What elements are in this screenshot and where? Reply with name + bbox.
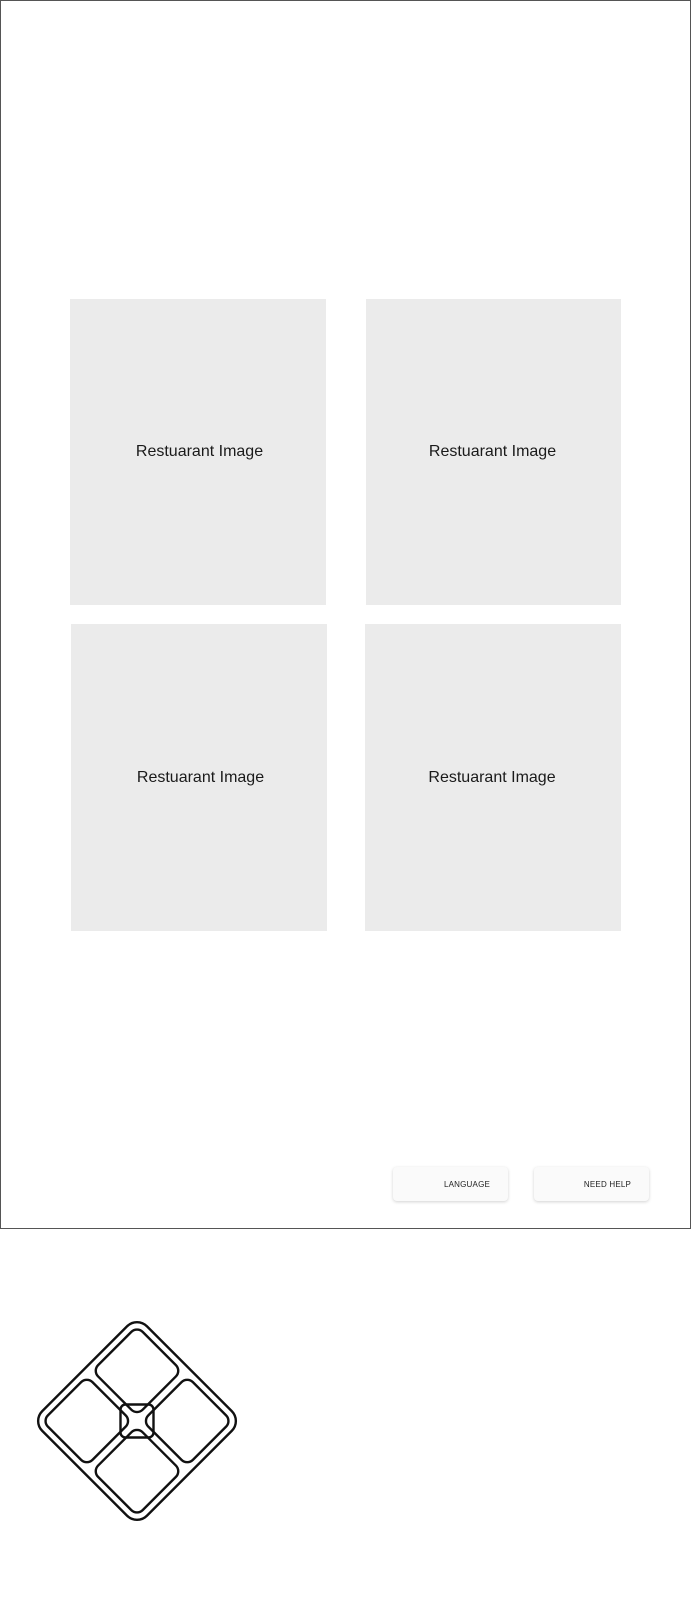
need-help-button[interactable]: NEED HELP	[534, 1167, 649, 1201]
language-button[interactable]: LANGUAGE	[393, 1167, 508, 1201]
restaurant-image-tile-2[interactable]: Restuarant Image	[366, 299, 621, 605]
restaurant-image-label: Restuarant Image	[135, 443, 264, 460]
app-screen: Restuarant Image Restuarant Image Restua…	[0, 0, 691, 1229]
diamond-grid-logo-icon	[26, 1310, 248, 1532]
logo-quadrant-top-right	[144, 1378, 230, 1464]
logo-quadrant-bottom-right	[94, 1428, 180, 1514]
restaurant-image-label: Restuarant Image	[428, 443, 557, 460]
language-button-label: LANGUAGE	[443, 1179, 491, 1189]
logo-quadrant-top-left	[94, 1328, 180, 1414]
need-help-button-label: NEED HELP	[583, 1179, 632, 1189]
restaurant-image-tile-4[interactable]: Restuarant Image	[365, 624, 621, 931]
restaurant-image-tile-3[interactable]: Restuarant Image	[71, 624, 327, 931]
restaurant-image-tile-1[interactable]: Restuarant Image	[70, 299, 326, 605]
logo-quadrant-bottom-left	[44, 1378, 130, 1464]
logo-center-square	[119, 1403, 155, 1439]
restaurant-image-label: Restuarant Image	[428, 768, 556, 786]
restaurant-image-label: Restuarant Image	[136, 768, 265, 786]
logo-outer-frame	[36, 1320, 238, 1522]
